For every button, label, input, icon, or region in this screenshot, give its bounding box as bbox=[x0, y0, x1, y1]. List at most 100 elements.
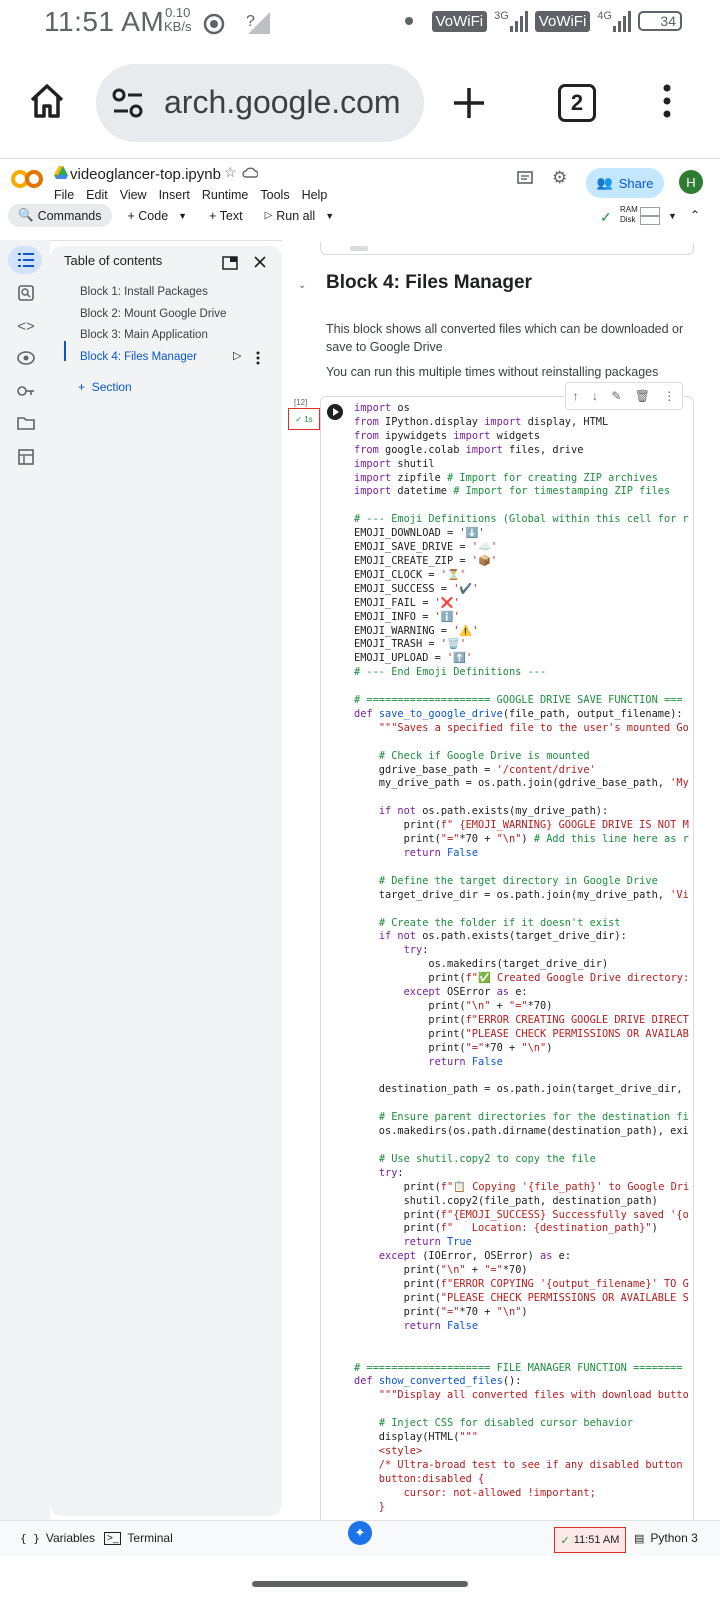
toc-item-block-2[interactable]: Block 2: Mount Google Drive bbox=[80, 308, 226, 320]
cloud-saved-icon bbox=[242, 167, 258, 178]
cast-icon bbox=[203, 13, 225, 35]
last-run-time[interactable]: ✓ 11:51 AM bbox=[554, 1527, 626, 1553]
close-icon[interactable] bbox=[254, 256, 266, 268]
settings-gear-icon[interactable]: ⚙ bbox=[552, 168, 567, 188]
execution-count: [12] bbox=[294, 398, 308, 407]
toc-title: Table of contents bbox=[64, 253, 163, 268]
key-icon[interactable] bbox=[17, 385, 35, 397]
terminal-button[interactable]: >_ Terminal bbox=[104, 1531, 173, 1545]
delete-icon[interactable]: 🗑 bbox=[635, 389, 650, 403]
people-icon: 👥 bbox=[596, 175, 613, 190]
status-icons: VoWiFi 3G VoWiFi 4G 34 bbox=[404, 10, 682, 32]
toc-panel bbox=[50, 246, 282, 1516]
play-icon: ▷ bbox=[264, 210, 273, 221]
toc-item-block-4[interactable]: Block 4: Files Manager bbox=[80, 351, 197, 363]
check-icon: ✓ bbox=[560, 1534, 570, 1547]
signal-bars-icon-2 bbox=[613, 10, 631, 32]
menu-view[interactable]: View bbox=[120, 188, 147, 202]
commands-button[interactable]: 🔍 Commands bbox=[8, 204, 112, 227]
vowifi-badge-2: VoWiFi bbox=[534, 10, 591, 32]
edit-wand-icon[interactable]: ✎ bbox=[611, 389, 621, 403]
find-icon[interactable] bbox=[18, 285, 34, 301]
comment-icon[interactable] bbox=[516, 170, 534, 188]
toc-icon[interactable] bbox=[18, 253, 34, 267]
menu-help[interactable]: Help bbox=[302, 188, 328, 202]
chevron-down-icon[interactable]: ▼ bbox=[178, 211, 187, 221]
variables-button[interactable]: { } Variables bbox=[20, 1531, 95, 1545]
add-section-button[interactable]: + Section bbox=[78, 380, 132, 394]
chevron-down-icon-2[interactable]: ▼ bbox=[325, 211, 334, 221]
more-vert-icon-2[interactable]: ⋮ bbox=[663, 389, 675, 403]
resize-handle[interactable] bbox=[350, 246, 368, 251]
share-button[interactable]: 👥 Share bbox=[586, 168, 664, 198]
add-text-button[interactable]: + Text bbox=[203, 205, 248, 227]
previous-cell-edge bbox=[320, 242, 694, 255]
signal-off-icon: ? bbox=[246, 12, 270, 34]
code-snippets-icon[interactable]: <> bbox=[14, 314, 38, 338]
description-line-2: save to Google Drive bbox=[326, 340, 443, 354]
run-all-button[interactable]: ▷ Run all ▼ bbox=[259, 205, 341, 227]
open-in-tab-icon[interactable] bbox=[222, 256, 238, 270]
data-table-icon[interactable] bbox=[18, 449, 34, 465]
move-up-icon[interactable]: ↑ bbox=[573, 389, 579, 403]
address-bar[interactable]: arch.google.com bbox=[96, 64, 424, 142]
menu-edit[interactable]: Edit bbox=[86, 188, 108, 202]
avatar[interactable]: H bbox=[679, 170, 703, 194]
description-line-1: This block shows all converted files whi… bbox=[326, 322, 684, 336]
runtime-icon: ▤ bbox=[634, 1532, 645, 1545]
vowifi-badge: VoWiFi bbox=[431, 10, 488, 32]
ram-bar bbox=[640, 207, 660, 216]
terminal-icon: >_ bbox=[104, 1531, 122, 1545]
chevron-down-icon-3[interactable]: ▼ bbox=[668, 211, 677, 221]
notification-dot-icon bbox=[404, 17, 413, 25]
gemini-sparkle-icon[interactable]: ✦ bbox=[348, 1521, 372, 1545]
menu-insert[interactable]: Insert bbox=[159, 188, 190, 202]
url-text: arch.google.com bbox=[164, 84, 401, 120]
site-settings-icon[interactable] bbox=[110, 86, 146, 120]
toc-item-block-3[interactable]: Block 3: Main Application bbox=[80, 329, 208, 341]
star-icon[interactable]: ☆ bbox=[224, 164, 237, 181]
run-section-icon[interactable]: ▷ bbox=[233, 349, 241, 362]
system-nav-area bbox=[0, 1556, 720, 1599]
tab-switcher-button[interactable]: 2 bbox=[558, 84, 596, 122]
code-editor[interactable]: import os from IPython.display import di… bbox=[354, 402, 690, 1512]
notebook-toolbar: 🔍 Commands + Code ▼ + Text ▷ Run all ▼ bbox=[8, 204, 340, 227]
add-code-button[interactable]: + Code ▼ bbox=[122, 205, 194, 227]
secrets-eye-icon[interactable] bbox=[17, 350, 35, 366]
menu-bar: File Edit View Insert Runtime Tools Help bbox=[54, 188, 327, 202]
menu-file[interactable]: File bbox=[54, 188, 74, 202]
runtime-indicator[interactable]: ▤ Python 3 bbox=[634, 1531, 698, 1545]
status-time: 11:51 AM bbox=[44, 6, 165, 37]
more-vert-icon[interactable] bbox=[256, 351, 260, 365]
move-down-icon[interactable]: ↓ bbox=[592, 389, 598, 403]
colab-header: videoglancer-top.ipynb ☆ File Edit View … bbox=[0, 160, 720, 241]
plus-icon: + bbox=[78, 380, 86, 394]
connected-check-icon: ✓ bbox=[600, 209, 612, 225]
disk-bar bbox=[640, 216, 660, 225]
svg-text:?: ? bbox=[246, 13, 255, 30]
home-icon[interactable] bbox=[28, 82, 66, 120]
section-heading: Block 4: Files Manager bbox=[326, 272, 532, 293]
collapse-chevron-icon[interactable]: ⌄ bbox=[298, 280, 306, 291]
colab-logo-icon bbox=[11, 170, 43, 188]
collapse-icon[interactable]: ⌃ bbox=[690, 208, 700, 222]
resource-monitor[interactable]: RAM Disk bbox=[620, 205, 638, 225]
home-gesture-bar[interactable] bbox=[252, 1581, 468, 1587]
battery-icon: 34 bbox=[638, 11, 682, 31]
execution-status-badge: ✓ 1s bbox=[288, 408, 320, 430]
description-line-3: You can run this multiple times without … bbox=[326, 365, 659, 379]
browser-toolbar: arch.google.com 2 bbox=[0, 50, 720, 159]
files-folder-icon[interactable] bbox=[17, 416, 35, 430]
menu-tools[interactable]: Tools bbox=[260, 188, 289, 202]
new-tab-icon[interactable] bbox=[452, 86, 486, 120]
variables-icon: { } bbox=[20, 1531, 40, 1545]
signal-bars-icon bbox=[509, 10, 528, 32]
more-menu-icon[interactable] bbox=[662, 84, 672, 118]
status-bar: 11:51 AM 0.10 KB/s ? VoWiFi 3G VoWiFi 4G… bbox=[0, 0, 720, 50]
toc-item-block-1[interactable]: Block 1: Install Packages bbox=[80, 286, 208, 298]
toc-active-indicator bbox=[64, 341, 66, 361]
menu-runtime[interactable]: Runtime bbox=[202, 188, 249, 202]
search-icon: 🔍 bbox=[18, 208, 34, 222]
run-cell-button[interactable] bbox=[327, 404, 343, 420]
notebook-name[interactable]: videoglancer-top.ipynb bbox=[70, 166, 221, 183]
